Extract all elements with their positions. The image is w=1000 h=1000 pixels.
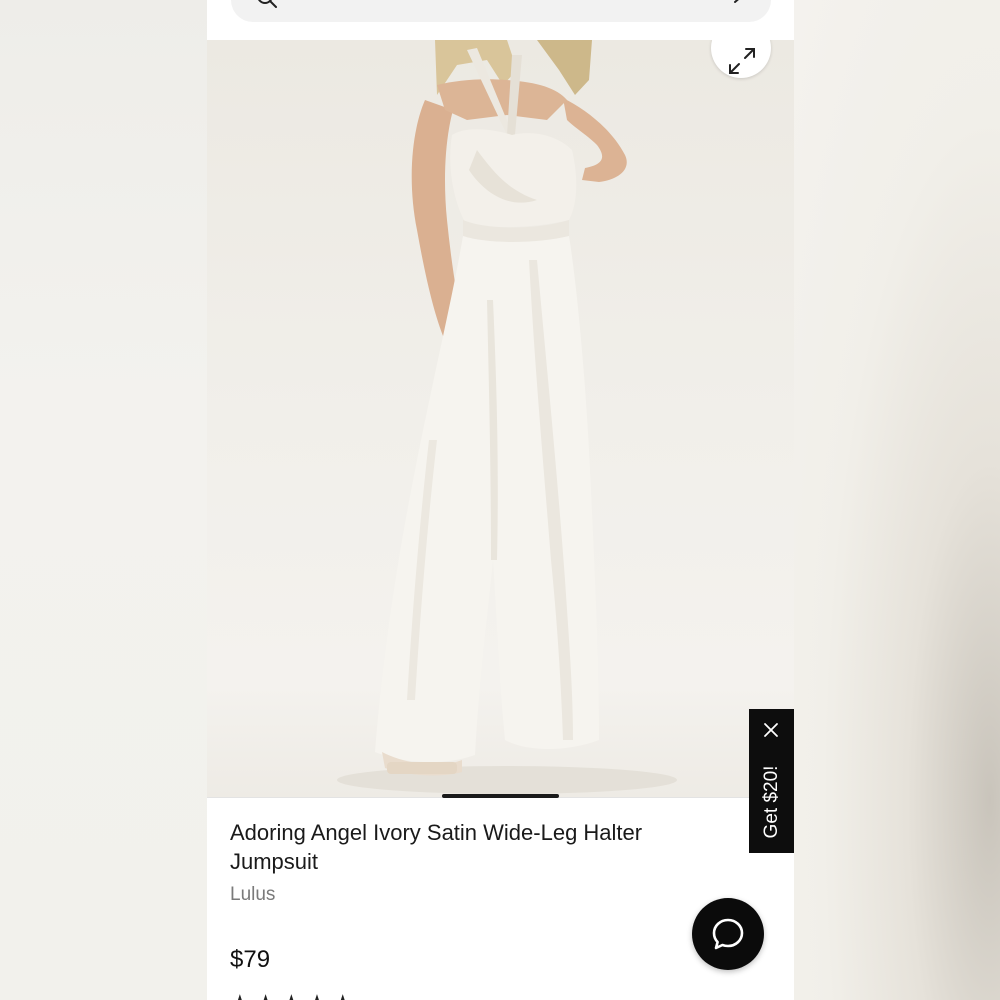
chevron-right-icon[interactable] — [729, 0, 749, 6]
product-page: Adoring Angel Ivory Satin Wide-Leg Halte… — [207, 0, 794, 1000]
rating-stars[interactable]: ★★★★★ — [230, 990, 359, 1000]
chat-button[interactable] — [692, 898, 764, 970]
close-icon[interactable] — [762, 721, 780, 739]
background-blur-right — [794, 0, 1000, 1000]
expand-icon — [729, 48, 755, 74]
product-title: Adoring Angel Ivory Satin Wide-Leg Halte… — [230, 820, 643, 874]
product-photo — [337, 40, 677, 794]
search-icon — [258, 0, 277, 8]
search-bar[interactable] — [231, 0, 771, 22]
chat-bubble-icon — [712, 918, 744, 950]
carousel-indicator[interactable] — [442, 794, 559, 798]
background-blur-left — [0, 0, 207, 1000]
product-image[interactable] — [207, 40, 794, 797]
product-brand[interactable]: Lulus — [230, 884, 275, 906]
promo-tab[interactable]: Get $20! — [749, 709, 794, 853]
promo-label[interactable]: Get $20! — [761, 739, 783, 865]
product-price: $79 — [230, 946, 271, 973]
